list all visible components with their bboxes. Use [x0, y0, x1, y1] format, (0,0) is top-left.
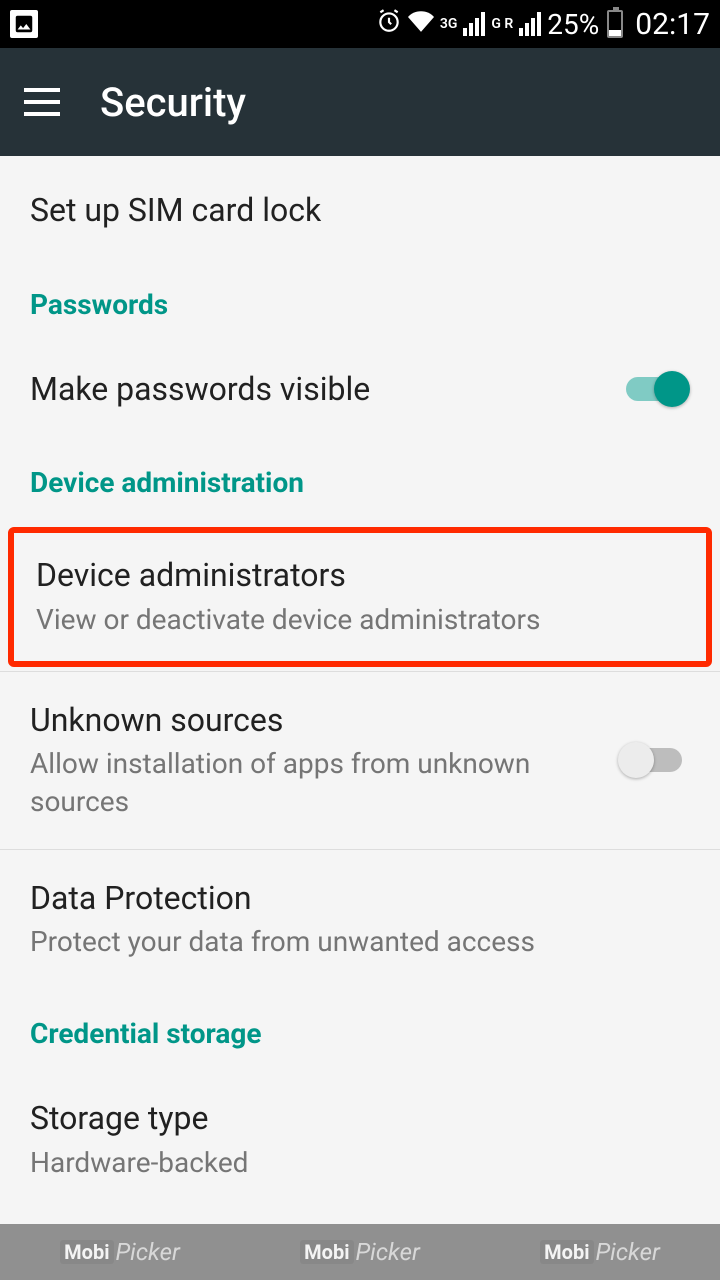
watermark: MobiPicker — [300, 1238, 420, 1266]
item-subtitle: View or deactivate device administrators — [36, 601, 684, 639]
battery-icon — [607, 10, 623, 38]
item-subtitle: Protect your data from unwanted access — [30, 923, 690, 961]
section-header-credential-storage: Credential storage — [0, 989, 720, 1070]
item-subtitle: Hardware-backed — [30, 1144, 690, 1182]
app-bar: Security — [0, 48, 720, 156]
data-protection-item[interactable]: Data Protection Protect your data from u… — [0, 850, 720, 989]
item-subtitle: Allow installation of apps from unknown … — [30, 745, 618, 821]
settings-list: Set up SIM card lock Passwords Make pass… — [0, 156, 720, 1210]
clock-time: 02:17 — [635, 7, 710, 42]
network-type-1: 3G — [440, 16, 458, 32]
page-title: Security — [100, 79, 246, 126]
device-administrators-item[interactable]: Device administrators View or deactivate… — [8, 527, 712, 666]
battery-percent: 25% — [547, 8, 599, 41]
watermark-bar: MobiPicker MobiPicker MobiPicker — [0, 1224, 720, 1280]
item-title: Storage type — [30, 1098, 690, 1140]
signal-bars-1 — [463, 12, 485, 36]
unknown-sources-toggle[interactable] — [618, 742, 690, 778]
sim-card-lock-item[interactable]: Set up SIM card lock — [0, 162, 720, 260]
wifi-icon — [408, 8, 434, 40]
signal-bars-2 — [519, 12, 541, 36]
alarm-icon — [376, 8, 402, 40]
status-bar: 3G G R 25% 02:17 — [0, 0, 720, 48]
unknown-sources-item[interactable]: Unknown sources Allow installation of ap… — [0, 672, 720, 849]
section-header-device-admin: Device administration — [0, 438, 720, 519]
item-title: Device administrators — [36, 555, 684, 597]
watermark: MobiPicker — [540, 1238, 660, 1266]
menu-icon[interactable] — [24, 88, 60, 116]
item-title: Make passwords visible — [30, 369, 618, 411]
make-passwords-visible-item[interactable]: Make passwords visible — [0, 341, 720, 439]
section-header-passwords: Passwords — [0, 260, 720, 341]
network-type-2: G R — [491, 16, 513, 32]
passwords-visible-toggle[interactable] — [618, 371, 690, 407]
storage-type-item[interactable]: Storage type Hardware-backed — [0, 1070, 720, 1209]
item-title: Set up SIM card lock — [30, 190, 690, 232]
item-title: Unknown sources — [30, 700, 618, 742]
watermark: MobiPicker — [60, 1238, 180, 1266]
item-title: Data Protection — [30, 878, 690, 920]
picture-icon — [10, 10, 38, 38]
